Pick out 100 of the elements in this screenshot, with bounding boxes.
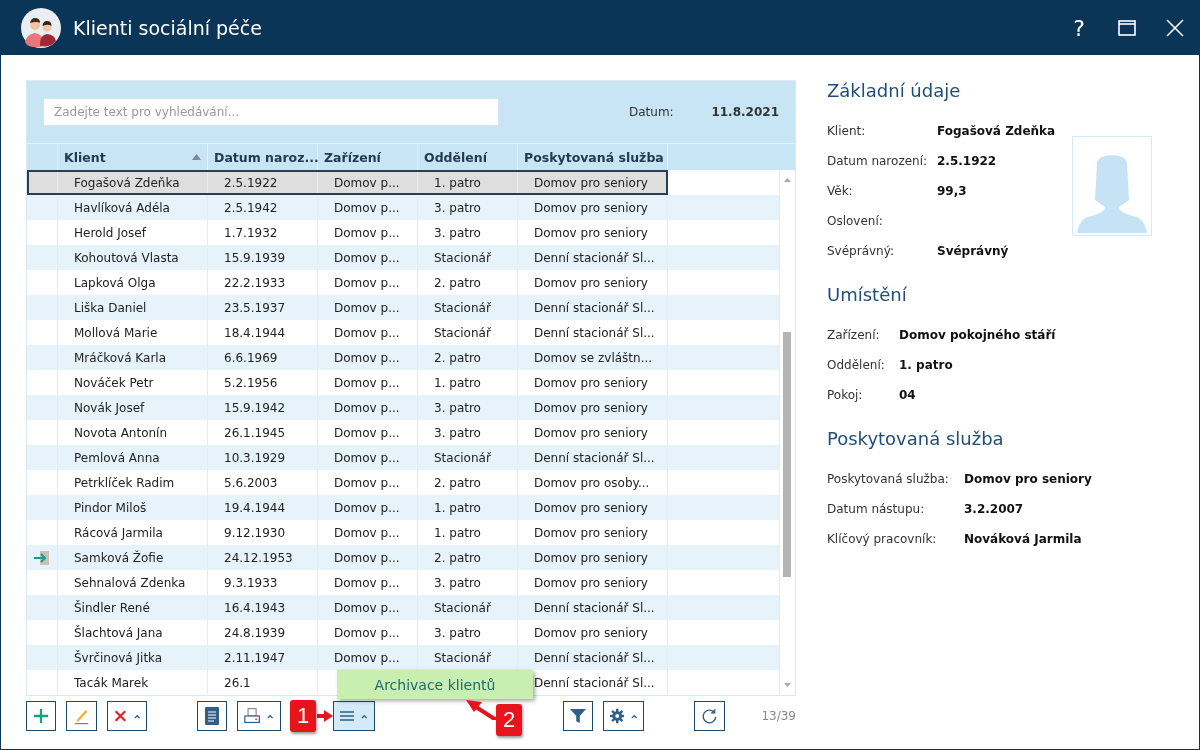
menu-button[interactable]	[332, 701, 375, 731]
table-cell: Rácová Jarmila	[74, 525, 163, 540]
edit-button[interactable]	[66, 701, 97, 731]
document-button[interactable]	[197, 701, 228, 731]
date-value: 11.8.2021	[710, 105, 779, 119]
table-cell: 5.6.2003	[224, 475, 278, 490]
print-button[interactable]	[237, 701, 281, 731]
table-row[interactable]: Švrčinová Jitka 2.11.1947 Domov p... Stacionář Denní stacionář Sl...	[27, 645, 779, 670]
field-label: Datum narození:	[827, 154, 929, 168]
table-cell: Denní stacionář Sl...	[534, 650, 655, 665]
plus-icon	[33, 707, 49, 725]
table-cell: Stacionář	[434, 300, 491, 315]
table-cell: 15.9.1939	[224, 250, 286, 265]
table-cell: 1.7.1932	[224, 225, 278, 240]
table-row[interactable]: Novák Josef 15.9.1942 Domov p... 3. patro Domov pro seniory	[27, 395, 779, 420]
table-cell: 1. patro	[434, 525, 481, 540]
table-cell: Stacionář	[434, 600, 491, 615]
table-cell: Domov p...	[334, 300, 400, 315]
table-cell: Domov pro seniory	[534, 200, 648, 215]
table-cell: Stacionář	[434, 250, 491, 265]
table-cell: Kohoutová Vlasta	[74, 250, 179, 265]
filter-button[interactable]	[562, 701, 593, 731]
table-cell: Domov pro seniory	[534, 575, 648, 590]
field-label: Datum nástupu:	[827, 502, 926, 516]
table-cell: Domov p...	[334, 225, 400, 240]
table-cell: Denní stacionář Sl...	[534, 300, 655, 315]
caret-icon	[361, 713, 368, 719]
table-cell: Denní stacionář Sl...	[534, 325, 655, 340]
people-avatar-icon	[21, 8, 61, 48]
table-cell: 2.5.1942	[224, 200, 278, 215]
filter-icon	[569, 707, 586, 725]
table-cell: Liška Daniel	[74, 300, 147, 315]
table-cell: Šlachtová Jana	[74, 625, 163, 640]
field-label: Klient:	[827, 124, 867, 138]
table-row[interactable]: Liška Daniel 23.5.1937 Domov p... Stacionář Denní stacionář Sl...	[27, 295, 779, 320]
table-cell: 22.2.1933	[224, 275, 286, 290]
table-row[interactable]: Kohoutová Vlasta 15.9.1939 Domov p... Stacionář Denní stacionář Sl...	[27, 245, 779, 270]
table-cell: Denní stacionář Sl...	[534, 450, 655, 465]
table-cell: Domov p...	[334, 650, 400, 665]
table-cell: Domov p...	[334, 275, 400, 290]
table-cell: Domov p...	[334, 175, 400, 190]
table-cell: 3. patro	[434, 625, 481, 640]
table-cell: Fogašová Zdeňka	[74, 175, 180, 190]
help-button[interactable]: ?	[1055, 1, 1103, 55]
table-cell: Mráčková Karla	[74, 350, 166, 365]
table-cell: Denní stacionář Sl...	[534, 675, 655, 690]
callout-number: 2	[496, 704, 522, 736]
table-cell: 16.4.1943	[224, 600, 286, 615]
section-title: Poskytovaná služba	[827, 428, 1005, 451]
table-cell: Novák Josef	[74, 400, 145, 415]
callout-arrow	[317, 708, 333, 724]
caret-icon	[267, 713, 274, 719]
table-cell: 3. patro	[434, 225, 481, 240]
delete-button[interactable]	[106, 701, 148, 731]
table-cell: Domov p...	[334, 500, 400, 515]
refresh-icon	[701, 706, 719, 726]
table-row[interactable]: Pemlová Anna 10.3.1929 Domov p... Stacionář Denní stacionář Sl...	[27, 445, 779, 470]
table-cell: Domov pro osoby...	[534, 475, 650, 490]
table-cell: 3. patro	[434, 425, 481, 440]
settings-button[interactable]	[602, 701, 645, 731]
menu-icon	[339, 709, 355, 723]
field-label: Oddělení:	[827, 358, 886, 372]
field-value: Domov pro seniory	[964, 472, 1092, 486]
field-label: Poskytovaná služba:	[827, 472, 950, 486]
table-cell: Denní stacionář Sl...	[534, 250, 655, 265]
section-title: Umístění	[827, 284, 908, 307]
add-button[interactable]	[26, 701, 56, 731]
table-cell: Stacionář	[434, 325, 491, 340]
table-cell: Nováček Petr	[74, 375, 154, 390]
field-label: Klíčový pracovník:	[827, 532, 938, 546]
field-value: 04	[899, 388, 916, 402]
table-cell: Domov p...	[334, 400, 400, 415]
table-cell: Lapková Olga	[74, 275, 156, 290]
table-cell: 2. patro	[434, 550, 481, 565]
table-cell: Domov pro seniory	[534, 425, 648, 440]
date-label: Datum:	[629, 105, 675, 119]
table-row[interactable]: Mráčková Karla 6.6.1969 Domov p... 2. patro Domov se zvláštn...	[27, 345, 779, 370]
section-title: Základní údaje	[827, 80, 962, 103]
table-row[interactable]: Havlíková Adéla 2.5.1942 Domov p... 3. patro Domov pro seniory	[27, 195, 779, 220]
menu-item[interactable]: Archivace klientů	[337, 670, 533, 699]
table-row[interactable]: Samková Žofie 24.12.1953 Domov p... 2. patro Domov pro seniory	[27, 545, 779, 570]
refresh-button[interactable]	[694, 701, 726, 731]
table-cell: Tacák Marek	[74, 675, 149, 690]
table-row[interactable]: Fogašová Zdeňka 2.5.1922 Domov p... 1. patro Domov pro seniory	[27, 170, 668, 195]
window-title: Klienti sociální péče	[73, 17, 263, 39]
table-cell: Novota Antonín	[74, 425, 168, 440]
table-cell: 3. patro	[434, 400, 481, 415]
record-count: 13/39	[761, 709, 796, 723]
table-cell: 2. patro	[434, 275, 481, 290]
search-field[interactable]: Zadejte text pro vyhledávání...	[43, 98, 499, 126]
table-cell: Domov p...	[334, 375, 400, 390]
table-cell: Domov p...	[334, 600, 400, 615]
table-cell: Domov pro seniory	[534, 400, 648, 415]
table-cell: Domov p...	[334, 350, 400, 365]
scrollbar-thumb[interactable]	[783, 332, 791, 577]
table-cell: Domov p...	[334, 625, 400, 640]
table-row[interactable]: Pindor Miloš 19.4.1944 Domov p... 1. patro Domov pro seniory	[27, 495, 779, 520]
table-row[interactable]: Šindler René 16.4.1943 Domov p... Stacionář Denní stacionář Sl...	[27, 595, 779, 620]
table-cell: Domov pro seniory	[534, 275, 648, 290]
table-cell: Sehnalová Zdenka	[74, 575, 186, 590]
